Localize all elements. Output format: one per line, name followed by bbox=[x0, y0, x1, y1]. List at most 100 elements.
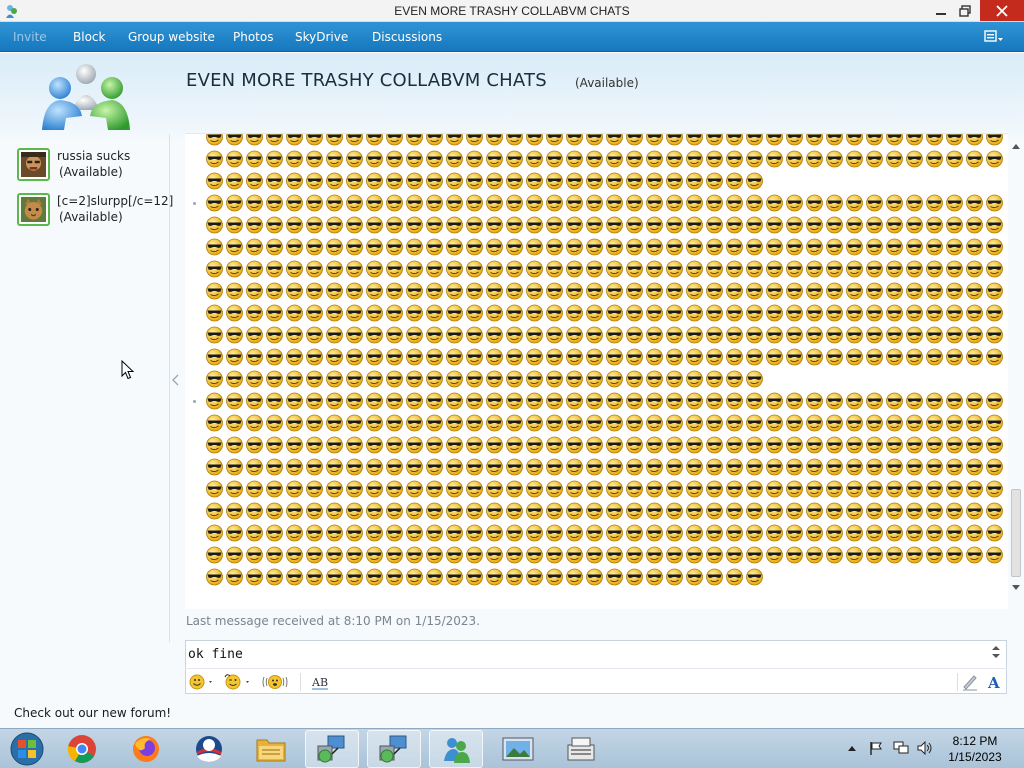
sunglasses-smiley-icon bbox=[765, 238, 784, 256]
sunglasses-smiley-icon bbox=[645, 304, 664, 322]
sunglasses-smiley-icon bbox=[725, 348, 744, 366]
sunglasses-smiley-icon bbox=[305, 414, 324, 432]
sunglasses-smiley-icon bbox=[405, 172, 424, 190]
clock[interactable]: 8:12 PM 1/15/2023 bbox=[940, 733, 1010, 765]
sunglasses-smiley-icon bbox=[325, 502, 344, 520]
ink-button[interactable] bbox=[961, 672, 979, 692]
input-scroll-icon[interactable] bbox=[992, 645, 1000, 659]
nav-group-website[interactable]: Group website bbox=[128, 30, 215, 44]
sunglasses-smiley-icon bbox=[225, 458, 244, 476]
sunglasses-smiley-icon bbox=[205, 326, 224, 344]
nav-discussions[interactable]: Discussions bbox=[372, 30, 442, 44]
nav-photos[interactable]: Photos bbox=[233, 30, 273, 44]
tray-expand-icon[interactable] bbox=[848, 745, 856, 751]
sunglasses-smiley-icon bbox=[945, 546, 964, 564]
contact-item[interactable]: russia sucks (Available) bbox=[17, 148, 167, 184]
sunglasses-smiley-icon bbox=[605, 524, 624, 542]
sunglasses-smiley-icon bbox=[425, 348, 444, 366]
sunglasses-smiley-icon bbox=[445, 568, 464, 586]
conversation-scrollbar[interactable] bbox=[1009, 134, 1023, 609]
sunglasses-smiley-icon bbox=[605, 348, 624, 366]
wink-button[interactable] bbox=[223, 672, 253, 692]
taskbar-app-obama[interactable] bbox=[182, 730, 236, 768]
sunglasses-smiley-icon bbox=[725, 414, 744, 432]
group-people-icon[interactable] bbox=[36, 62, 136, 134]
sunglasses-smiley-icon bbox=[865, 436, 884, 454]
sunglasses-smiley-icon bbox=[425, 392, 444, 410]
text-format-icon: AB bbox=[311, 676, 328, 690]
sunglasses-smiley-icon bbox=[325, 326, 344, 344]
sunglasses-smiley-icon bbox=[505, 392, 524, 410]
emoticon-button[interactable] bbox=[188, 672, 216, 692]
scroll-down-icon[interactable] bbox=[1012, 585, 1020, 591]
taskbar-messenger[interactable] bbox=[429, 730, 483, 768]
taskbar-firefox[interactable] bbox=[119, 730, 173, 768]
sunglasses-smiley-icon bbox=[685, 326, 704, 344]
sunglasses-smiley-icon bbox=[265, 216, 284, 234]
sunglasses-smiley-icon bbox=[245, 568, 264, 586]
sunglasses-smiley-icon bbox=[565, 392, 584, 410]
taskbar-register[interactable] bbox=[554, 730, 608, 768]
conversation-history[interactable] bbox=[185, 133, 1008, 609]
sunglasses-smiley-icon bbox=[305, 458, 324, 476]
maximize-button[interactable] bbox=[950, 0, 980, 21]
scroll-up-icon[interactable] bbox=[1012, 143, 1020, 149]
taskbar-chrome[interactable] bbox=[55, 730, 109, 768]
nav-invite[interactable]: Invite bbox=[13, 30, 47, 44]
sunglasses-smiley-icon bbox=[345, 282, 364, 300]
sunglasses-smiley-icon bbox=[685, 524, 704, 542]
sunglasses-smiley-icon bbox=[445, 304, 464, 322]
sunglasses-smiley-icon bbox=[245, 524, 264, 542]
sunglasses-smiley-icon bbox=[365, 392, 384, 410]
sunglasses-smiley-icon bbox=[565, 568, 584, 586]
firefox-icon bbox=[133, 736, 159, 762]
sunglasses-smiley-icon bbox=[885, 502, 904, 520]
handwriting-button[interactable]: AB bbox=[310, 672, 330, 692]
sunglasses-smiley-icon bbox=[405, 392, 424, 410]
taskbar-network-1[interactable] bbox=[305, 730, 359, 768]
sunglasses-smiley-icon bbox=[745, 414, 764, 432]
nudge-button[interactable] bbox=[261, 672, 289, 692]
sunglasses-smiley-icon bbox=[545, 392, 564, 410]
sunglasses-smiley-icon bbox=[665, 150, 684, 168]
taskbar-photo-viewer[interactable] bbox=[491, 730, 545, 768]
sunglasses-smiley-icon bbox=[765, 436, 784, 454]
font-button[interactable]: A bbox=[987, 672, 1003, 692]
sunglasses-smiley-icon bbox=[905, 414, 924, 432]
forum-link[interactable]: Check out our new forum! bbox=[14, 706, 171, 720]
contact-item[interactable]: [c=2]slurpp[/c=12] (Available) bbox=[17, 193, 173, 229]
sunglasses-smiley-icon bbox=[205, 282, 224, 300]
message-input-text[interactable]: ok fine bbox=[188, 647, 243, 662]
scrollbar-thumb[interactable] bbox=[1011, 489, 1021, 577]
close-button[interactable] bbox=[980, 0, 1024, 21]
nav-skydrive[interactable]: SkyDrive bbox=[295, 30, 348, 44]
sunglasses-smiley-icon bbox=[405, 238, 424, 256]
collapse-sidebar-icon[interactable] bbox=[172, 374, 180, 386]
sunglasses-smiley-icon bbox=[265, 348, 284, 366]
nav-block[interactable]: Block bbox=[73, 30, 105, 44]
action-center-flag-icon[interactable] bbox=[869, 741, 883, 755]
sunglasses-smiley-icon bbox=[865, 282, 884, 300]
sunglasses-smiley-icon bbox=[425, 194, 444, 212]
taskbar-network-2[interactable] bbox=[367, 730, 421, 768]
start-button[interactable] bbox=[0, 730, 54, 768]
sunglasses-smiley-icon bbox=[705, 458, 724, 476]
sunglasses-smiley-icon bbox=[705, 326, 724, 344]
sunglasses-smiley-icon bbox=[605, 216, 624, 234]
sunglasses-smiley-icon bbox=[825, 134, 844, 146]
sunglasses-smiley-icon bbox=[425, 480, 444, 498]
menu-icon[interactable] bbox=[984, 29, 1004, 45]
sunglasses-smiley-icon bbox=[625, 370, 644, 388]
network-tray-icon[interactable] bbox=[893, 741, 909, 755]
sunglasses-smiley-icon bbox=[565, 134, 584, 146]
sunglasses-smiley-icon bbox=[925, 414, 944, 432]
sunglasses-smiley-icon bbox=[525, 134, 544, 146]
sunglasses-smiley-icon bbox=[285, 392, 304, 410]
sunglasses-smiley-icon bbox=[705, 392, 724, 410]
sunglasses-smiley-icon bbox=[945, 150, 964, 168]
sunglasses-smiley-icon bbox=[525, 326, 544, 344]
sunglasses-smiley-icon bbox=[425, 414, 444, 432]
taskbar-explorer[interactable] bbox=[244, 730, 298, 768]
sunglasses-smiley-icon bbox=[825, 326, 844, 344]
volume-icon[interactable] bbox=[917, 741, 933, 755]
